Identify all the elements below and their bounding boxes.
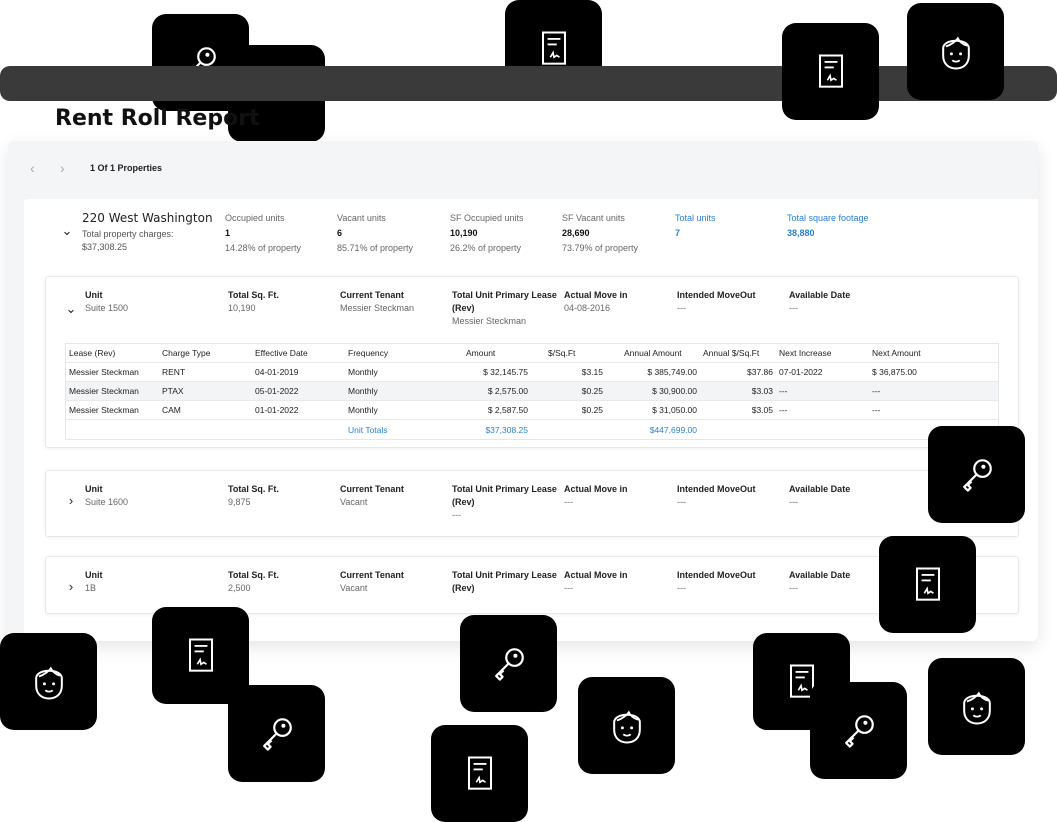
top-bar — [0, 66, 1057, 101]
document-icon-tile — [431, 725, 528, 822]
key-icon — [844, 714, 874, 748]
stat-sf-vacant: SF Vacant units 28,690 73.79% of property — [562, 213, 639, 253]
table-row: Messier Steckman RENT 04-01-2019 Monthly… — [66, 363, 998, 382]
pagination: ‹ › 1 Of 1 Properties — [30, 160, 163, 176]
unit-name: Suite 1600 — [85, 497, 129, 507]
face-icon — [962, 690, 991, 725]
chevron-right-icon[interactable]: › — [64, 493, 78, 508]
document-icon-tile — [879, 536, 976, 633]
table-row: Messier Steckman CAM 01-01-2022 Monthly … — [66, 401, 998, 420]
document-sign-icon — [818, 53, 843, 88]
unit-card-suite-1500: ⌄ Unit Suite 1500 Total Sq. Ft. 10,190 Cur… — [45, 276, 1019, 448]
property-charges: Total property charges: $37,308.25 — [82, 229, 174, 252]
face-icon — [612, 709, 641, 744]
document-sign-icon — [541, 30, 566, 65]
key-icon — [962, 458, 992, 492]
property-name: 220 West Washington — [82, 211, 213, 225]
key-icon-tile — [228, 685, 325, 782]
table-row: Messier Steckman PTAX 05-01-2022 Monthly… — [66, 382, 998, 401]
document-sign-icon — [188, 637, 213, 672]
face-icon-tile — [0, 633, 97, 730]
key-icon-tile — [810, 682, 907, 779]
chevron-right-icon[interactable]: › — [64, 579, 78, 594]
face-icon — [941, 35, 970, 70]
face-icon — [34, 665, 63, 700]
key-icon-tile — [460, 615, 557, 712]
unit-name: 1B — [85, 583, 97, 593]
table-header-row: Lease (Rev) Charge Type Effective Date F… — [66, 344, 998, 363]
stat-total-units[interactable]: Total units 7 — [675, 211, 716, 241]
pagination-text: 1 Of 1 Properties — [90, 163, 163, 173]
lease-charges-table: Lease (Rev) Charge Type Effective Date F… — [65, 343, 999, 440]
chevron-left-icon[interactable]: ‹ — [30, 160, 60, 176]
face-icon-tile — [578, 677, 675, 774]
document-icon-tile — [782, 23, 879, 120]
stat-sf-occupied: SF Occupied units 10,190 26.2% of property — [450, 213, 524, 253]
stat-total-sqft[interactable]: Total square footage 38,880 — [787, 211, 869, 241]
chevron-right-icon[interactable]: › — [60, 160, 90, 176]
unit-name: Suite 1500 — [85, 303, 129, 313]
unit-card-1b[interactable]: › Unit 1B Total Sq. Ft. 2,500 Current Tena… — [45, 556, 1019, 614]
unit-card-suite-1600[interactable]: › Unit Suite 1600 Total Sq. Ft. 9,875 Curr… — [45, 470, 1019, 537]
table-totals-row: Unit Totals $37,308.25 $447,699.00 — [348, 424, 697, 435]
key-icon-tile — [928, 426, 1025, 523]
key-icon — [262, 717, 292, 751]
stat-vacant-units: Vacant units 6 85.71% of property — [337, 213, 414, 253]
chevron-down-icon[interactable]: ⌄ — [60, 223, 74, 239]
document-sign-icon — [915, 566, 940, 601]
chevron-down-icon[interactable]: ⌄ — [64, 301, 78, 317]
page-title: Rent Roll Report — [55, 106, 260, 131]
document-sign-icon — [467, 755, 492, 790]
face-icon-tile — [907, 3, 1004, 100]
face-icon-tile — [928, 658, 1025, 755]
key-icon — [494, 647, 524, 681]
stat-occupied-units: Occupied units 1 14.28% of property — [225, 213, 302, 253]
